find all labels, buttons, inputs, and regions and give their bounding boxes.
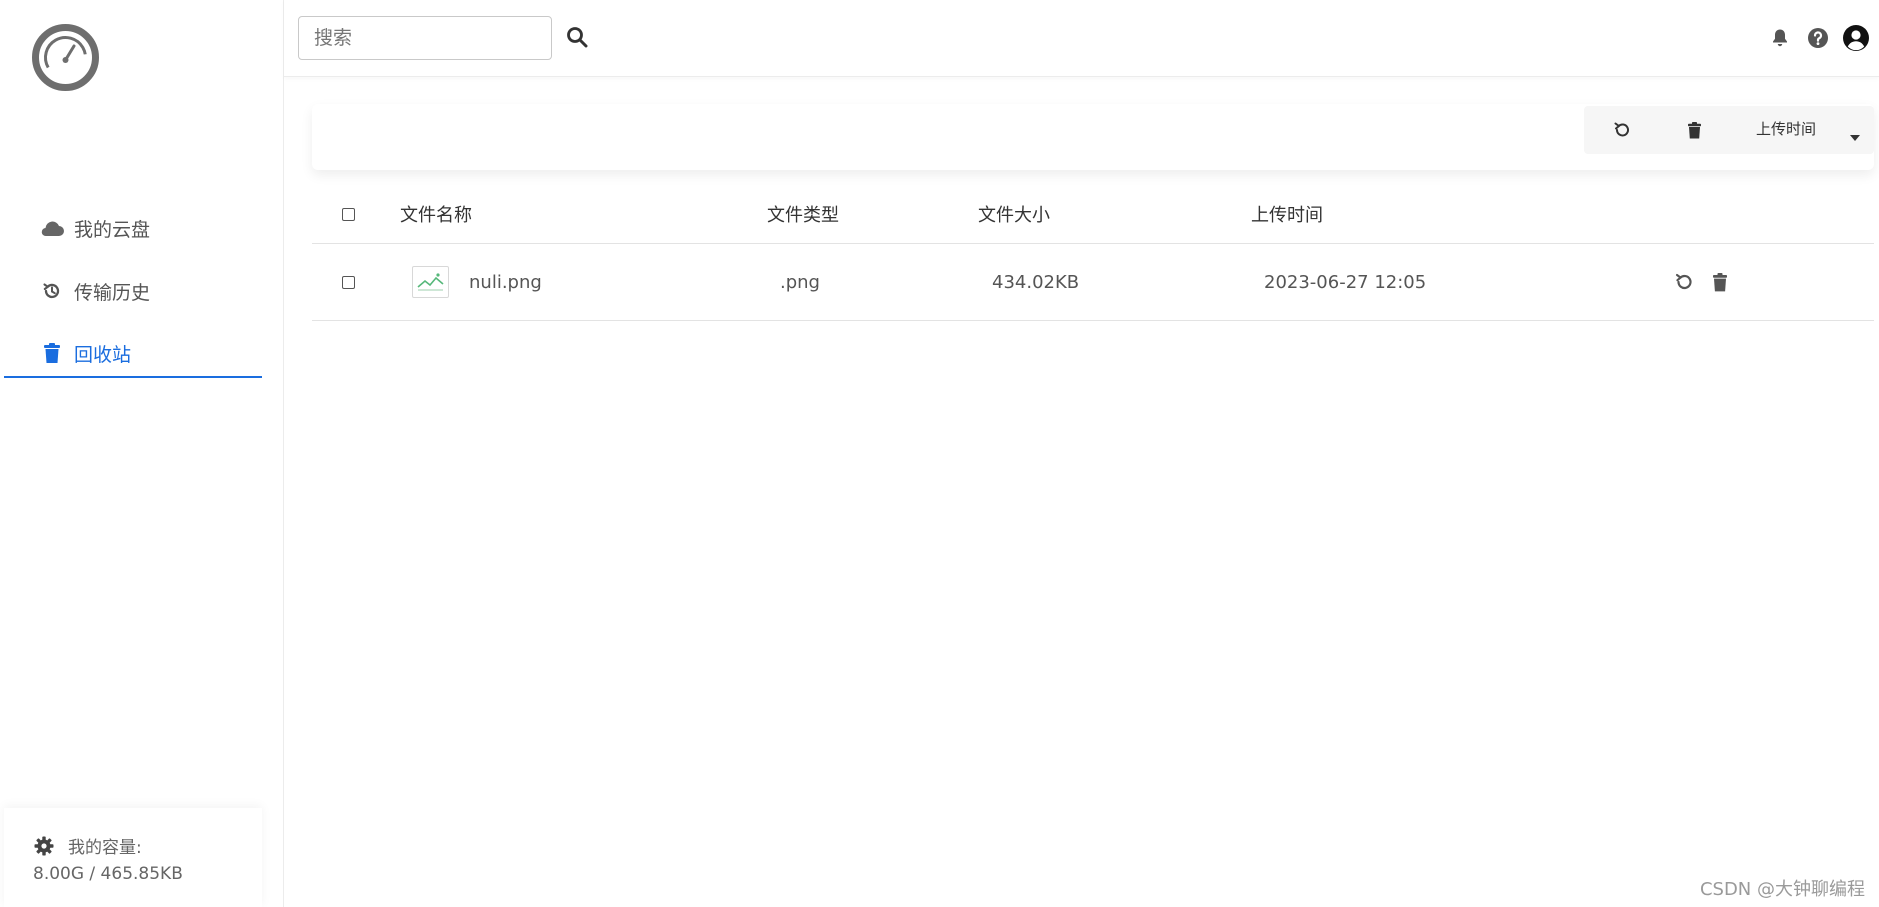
sidebar-item-label: 传输历史	[74, 281, 151, 304]
column-header-size[interactable]: 文件大小	[978, 185, 1050, 243]
capacity-panel: 我的容量: 8.00G / 465.85KB	[4, 808, 262, 907]
history-icon	[38, 281, 66, 301]
sidebar-item-label: 回收站	[74, 343, 132, 366]
bell-icon[interactable]	[1768, 26, 1792, 50]
caret-down-icon[interactable]	[1850, 126, 1860, 145]
sort-select[interactable]: 上传时间	[1756, 118, 1816, 139]
capacity-value: 8.00G / 465.85KB	[33, 864, 183, 884]
help-icon[interactable]	[1806, 26, 1830, 50]
select-all-checkbox[interactable]	[342, 207, 355, 221]
column-header-type[interactable]: 文件类型	[767, 185, 839, 243]
row-checkbox[interactable]	[342, 275, 355, 289]
search-input[interactable]	[298, 16, 552, 60]
table-row[interactable]: nuli.png .png 434.02KB 2023-06-27 12:05	[312, 244, 1874, 321]
file-name[interactable]: nuli.png	[469, 272, 542, 293]
sidebar-item-my-cloud[interactable]: 我的云盘	[4, 203, 262, 253]
capacity-label: 我的容量:	[68, 838, 142, 858]
toolbar: 上传时间	[312, 104, 1874, 170]
trash-icon	[38, 342, 66, 364]
trash-icon[interactable]	[1708, 270, 1732, 294]
toolbar-actions: 上传时间	[1584, 106, 1874, 154]
trash-icon[interactable]	[1682, 118, 1706, 142]
sidebar: 我的云盘 传输历史 回收站 我的容量: 8.00G / 465.85KB	[0, 0, 284, 907]
restore-icon[interactable]	[1672, 270, 1696, 294]
sidebar-item-recycle-bin[interactable]: 回收站	[4, 328, 262, 378]
file-size: 434.02KB	[992, 271, 1080, 293]
search-icon[interactable]	[564, 24, 590, 50]
sidebar-item-transfer-history[interactable]: 传输历史	[4, 266, 262, 316]
gear-icon[interactable]	[34, 836, 54, 856]
top-bar	[284, 0, 1879, 77]
cloud-icon	[38, 219, 66, 237]
table-header: 文件名称 文件类型 文件大小 上传时间	[312, 185, 1874, 244]
speedometer-icon[interactable]	[30, 22, 101, 93]
sidebar-item-label: 我的云盘	[74, 218, 151, 241]
file-type: .png	[780, 271, 820, 293]
user-icon[interactable]	[1842, 24, 1870, 52]
image-icon	[412, 266, 449, 298]
restore-icon[interactable]	[1610, 118, 1634, 142]
column-header-uploaded[interactable]: 上传时间	[1251, 185, 1323, 243]
watermark: CSDN @大钟聊编程	[1699, 879, 1865, 900]
file-uploaded: 2023-06-27 12:05	[1264, 271, 1427, 293]
column-header-name[interactable]: 文件名称	[400, 185, 472, 243]
